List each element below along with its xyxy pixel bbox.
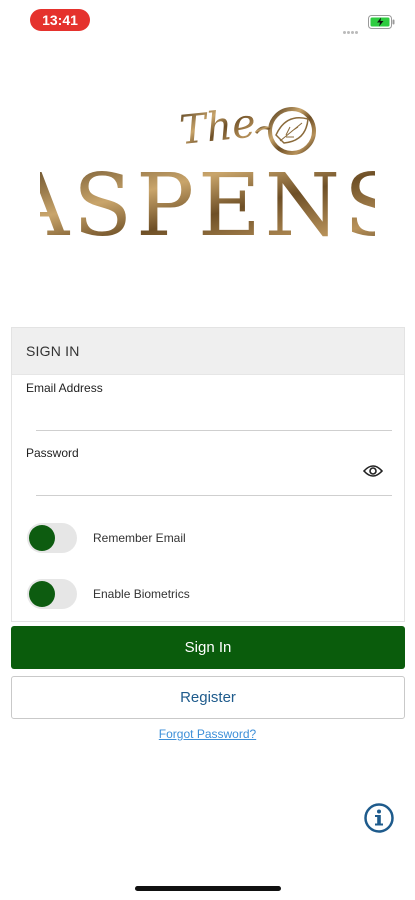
- the-aspens-logo: The ASPENS: [40, 100, 375, 255]
- leaf-icon: [254, 107, 316, 155]
- login-screen: 13:41 The ASPEN: [0, 0, 415, 900]
- enable-biometrics-toggle[interactable]: [27, 579, 77, 609]
- home-indicator[interactable]: [135, 886, 281, 891]
- email-label: Email Address: [26, 381, 103, 395]
- sign-in-card: SIGN IN Email Address Password Remember …: [11, 327, 405, 622]
- logo-script-text: The: [178, 100, 259, 154]
- forgot-password-link[interactable]: Forgot Password?: [0, 727, 415, 741]
- info-icon[interactable]: [363, 802, 395, 834]
- remember-email-label: Remember Email: [93, 531, 186, 545]
- eye-icon[interactable]: [363, 464, 383, 478]
- signal-dots-icon: [343, 21, 363, 34]
- email-field[interactable]: [36, 400, 392, 428]
- enable-biometrics-label: Enable Biometrics: [93, 587, 190, 601]
- toggle-knob: [29, 525, 55, 551]
- password-label: Password: [26, 446, 79, 460]
- status-time: 13:41: [30, 9, 90, 31]
- battery-charging-icon: [368, 15, 395, 29]
- logo-main-text: ASPENS: [40, 156, 375, 255]
- password-underline: [36, 495, 392, 496]
- register-button[interactable]: Register: [11, 676, 405, 719]
- sign-in-header: SIGN IN: [12, 328, 404, 375]
- sign-in-button[interactable]: Sign In: [11, 626, 405, 669]
- email-underline: [36, 430, 392, 431]
- toggle-knob: [29, 581, 55, 607]
- status-bar: 13:41: [0, 0, 415, 40]
- password-field[interactable]: [36, 464, 356, 492]
- remember-email-toggle[interactable]: [27, 523, 77, 553]
